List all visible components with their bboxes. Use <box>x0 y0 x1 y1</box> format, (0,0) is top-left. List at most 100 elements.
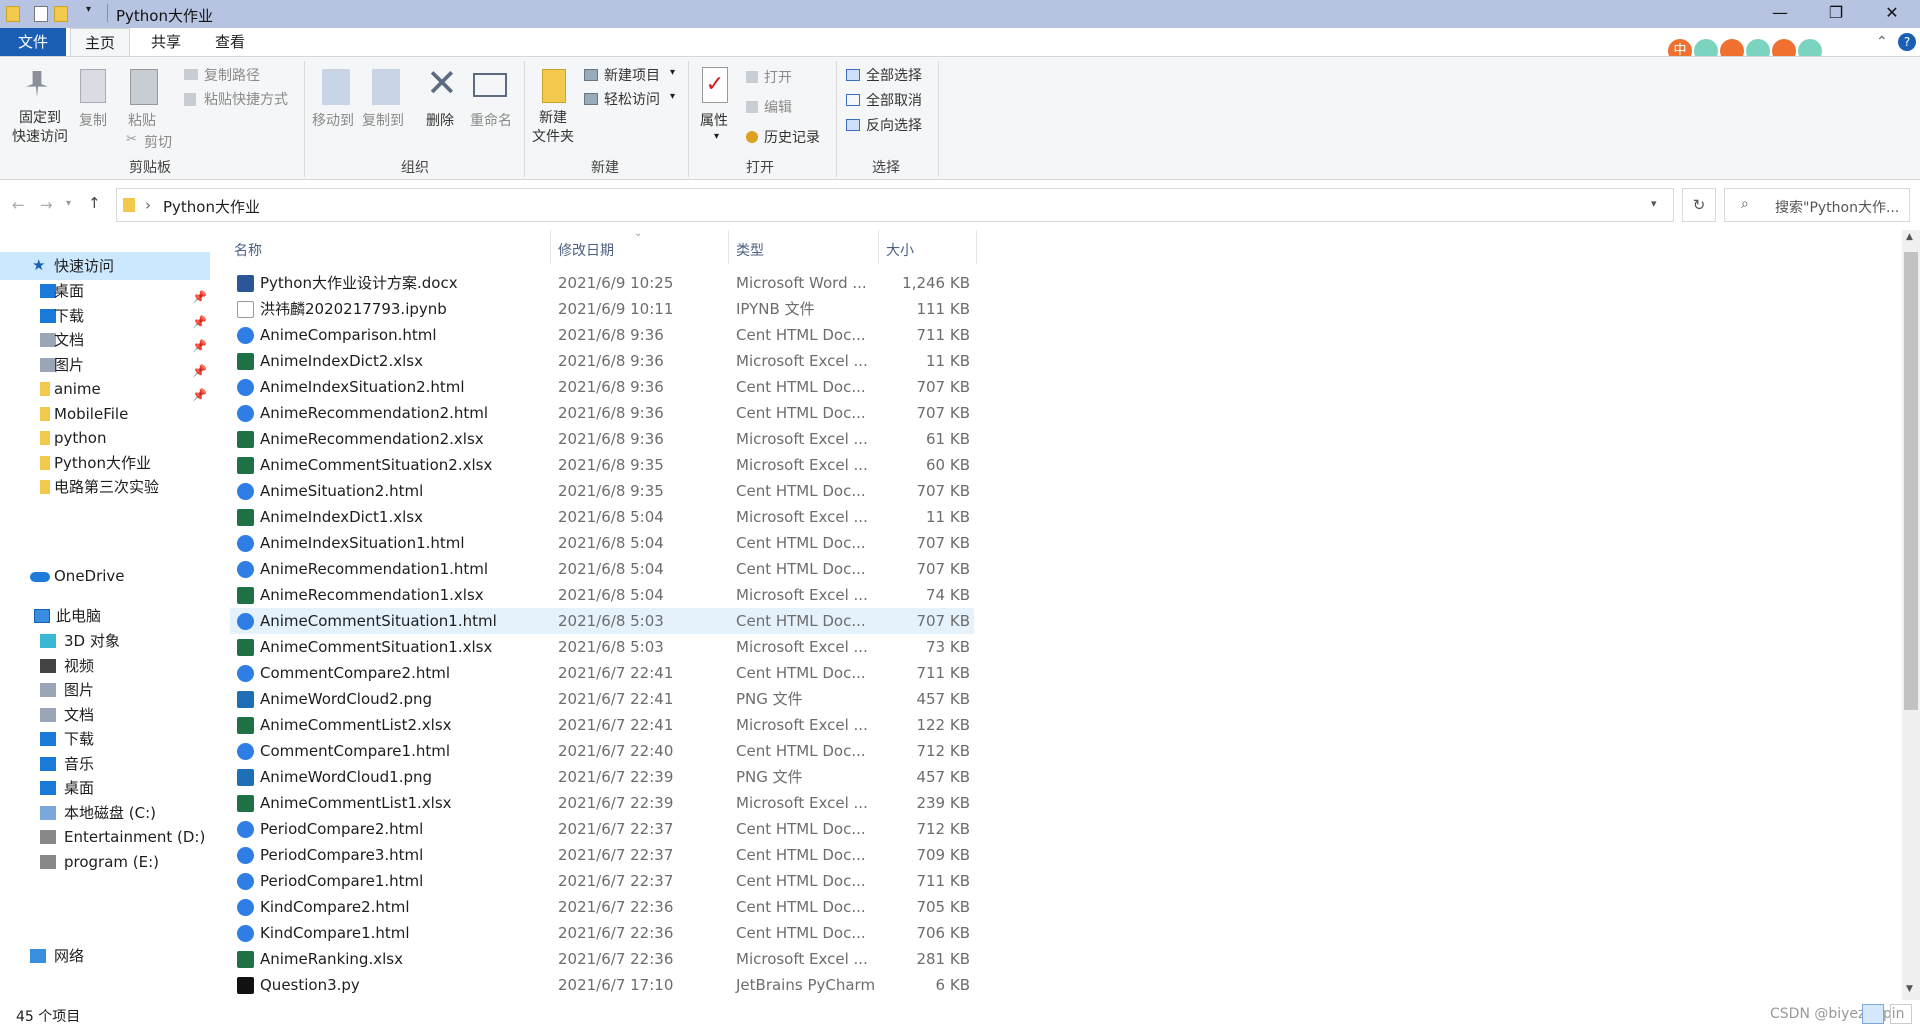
column-header-name[interactable]: 名称 <box>234 240 262 260</box>
copy-path-button[interactable]: 复制路径 <box>204 65 260 85</box>
file-row[interactable]: AnimeRecommendation2.html 2021/6/8 9:36 Ce… <box>230 400 974 426</box>
file-row[interactable]: AnimeCommentSituation1.html 2021/6/8 5:03… <box>230 608 974 634</box>
delete-button[interactable]: 删除 <box>426 110 454 130</box>
tab-share[interactable]: 共享 <box>138 28 194 56</box>
scroll-up-icon[interactable]: ▲ <box>1906 232 1913 242</box>
invert-select-button[interactable]: 反向选择 <box>866 115 922 135</box>
pin-icon <box>26 71 48 97</box>
nav-label: program (E:) <box>64 852 160 871</box>
maximize-button[interactable]: ❐ <box>1808 0 1864 28</box>
column-header-date[interactable]: 修改日期 <box>558 240 614 260</box>
file-row[interactable]: Question3.py 2021/6/7 17:10 JetBrains PyCh… <box>230 972 974 998</box>
file-row[interactable]: AnimeIndexSituation1.html 2021/6/8 5:04 Ce… <box>230 530 974 556</box>
folder-icon <box>40 455 50 470</box>
column-divider[interactable] <box>728 230 729 264</box>
easy-access-button[interactable]: 轻松访问 <box>604 89 660 109</box>
file-type: Cent HTML Doc... <box>736 378 866 396</box>
file-row[interactable]: AnimeRecommendation1.html 2021/6/8 5:04 Ce… <box>230 556 974 582</box>
file-size: 74 KB <box>926 586 970 604</box>
properties-button[interactable]: 属性 <box>700 110 728 130</box>
refresh-icon[interactable]: ↻ <box>1682 188 1716 222</box>
file-row[interactable]: AnimeCommentList1.xlsx 2021/6/7 22:39 Micr… <box>230 790 974 816</box>
easy-access-dropdown-icon[interactable]: ▾ <box>670 91 675 102</box>
properties-quick-icon[interactable] <box>34 6 48 22</box>
cut-button[interactable]: 剪切 <box>144 132 172 152</box>
minimize-button[interactable]: — <box>1752 0 1808 28</box>
file-row[interactable]: AnimeWordCloud2.png 2021/6/7 22:41 PNG 文件 4… <box>230 686 974 712</box>
scrollbar-thumb[interactable] <box>1904 252 1918 710</box>
recent-locations-icon[interactable]: ▾ <box>66 198 71 209</box>
move-to-button[interactable]: 移动到 <box>312 110 354 130</box>
copy-to-button[interactable]: 复制到 <box>362 110 404 130</box>
forward-icon[interactable]: → <box>40 196 53 214</box>
file-row[interactable]: AnimeCommentList2.xlsx 2021/6/7 22:41 Micr… <box>230 712 974 738</box>
new-item-dropdown-icon[interactable]: ▾ <box>670 67 675 78</box>
rename-button[interactable]: 重命名 <box>470 110 512 130</box>
file-row[interactable]: PeriodCompare3.html 2021/6/7 22:37 Cent HT… <box>230 842 974 868</box>
nav-quick-item[interactable]: 电路第三次实验 <box>40 472 210 502</box>
large-icons-view-icon[interactable] <box>1890 1004 1912 1024</box>
up-icon[interactable]: ↑ <box>88 194 101 212</box>
column-header-size[interactable]: 大小 <box>886 240 914 260</box>
file-size: 281 KB <box>916 950 970 968</box>
file-row[interactable]: AnimeComparison.html 2021/6/8 9:36 Cent HT… <box>230 322 974 348</box>
address-bar[interactable]: › Python大作业 ▾ <box>116 188 1674 222</box>
column-divider[interactable] <box>550 230 551 264</box>
customize-quick-access-icon[interactable]: ▾ <box>86 4 91 15</box>
file-row[interactable]: AnimeIndexDict1.xlsx 2021/6/8 5:04 Microso… <box>230 504 974 530</box>
paste-shortcut-button[interactable]: 粘贴快捷方式 <box>204 89 288 109</box>
file-row[interactable]: AnimeSituation2.html 2021/6/8 9:35 Cent HT… <box>230 478 974 504</box>
column-header-type[interactable]: 类型 <box>736 240 764 260</box>
file-row[interactable]: AnimeRanking.xlsx 2021/6/7 22:36 Microsoft… <box>230 946 974 972</box>
nav-pc-item[interactable]: program (E:) <box>40 847 210 877</box>
html-file-icon <box>237 535 254 552</box>
collapse-ribbon-icon[interactable]: ⌃ <box>1876 34 1888 50</box>
file-name: KindCompare1.html <box>260 924 410 942</box>
select-none-button[interactable]: 全部取消 <box>866 90 922 110</box>
copy-button[interactable]: 复制 <box>79 110 107 130</box>
file-name: AnimeComparison.html <box>260 326 437 344</box>
file-row[interactable]: AnimeRecommendation1.xlsx 2021/6/8 5:04 Mi… <box>230 582 974 608</box>
file-row[interactable]: AnimeRecommendation2.xlsx 2021/6/8 9:36 Mi… <box>230 426 974 452</box>
file-row[interactable]: AnimeWordCloud1.png 2021/6/7 22:39 PNG 文件 4… <box>230 764 974 790</box>
back-icon[interactable]: ← <box>12 196 25 214</box>
address-dropdown-icon[interactable]: ▾ <box>1651 197 1657 210</box>
breadcrumb-current[interactable]: Python大作业 <box>163 196 260 217</box>
search-input[interactable]: ⌕ 搜索"Python大作... <box>1724 188 1910 222</box>
file-row[interactable]: CommentCompare1.html 2021/6/7 22:40 Cent H… <box>230 738 974 764</box>
column-divider[interactable] <box>878 230 879 264</box>
file-row[interactable]: AnimeCommentSituation2.xlsx 2021/6/8 9:35… <box>230 452 974 478</box>
file-date: 2021/6/7 17:10 <box>558 976 674 994</box>
vertical-scrollbar[interactable]: ▲ ▼ <box>1902 230 1920 1000</box>
close-button[interactable]: ✕ <box>1864 0 1920 28</box>
new-folder-button[interactable]: 新建 文件夹 <box>532 109 574 147</box>
edit-button[interactable]: 编辑 <box>764 97 792 117</box>
help-icon[interactable]: ? <box>1898 33 1916 51</box>
file-row[interactable]: PeriodCompare1.html 2021/6/7 22:37 Cent HT… <box>230 868 974 894</box>
file-row[interactable]: CommentCompare2.html 2021/6/7 22:41 Cent H… <box>230 660 974 686</box>
new-folder-quick-icon[interactable] <box>54 6 68 22</box>
history-button[interactable]: 历史记录 <box>764 127 820 147</box>
tab-view[interactable]: 查看 <box>202 28 258 56</box>
paste-button[interactable]: 粘贴 <box>128 110 156 130</box>
new-item-button[interactable]: 新建项目 <box>604 65 660 85</box>
file-row[interactable]: Python大作业设计方案.docx 2021/6/9 10:25 Microsof… <box>230 270 974 296</box>
pin-quick-access-button[interactable]: 固定到 快速访问 <box>12 109 68 147</box>
details-view-icon[interactable] <box>1862 1004 1884 1024</box>
column-divider[interactable] <box>976 230 977 264</box>
file-row[interactable]: PeriodCompare2.html 2021/6/7 22:37 Cent HT… <box>230 816 974 842</box>
tab-file[interactable]: 文件 <box>0 28 66 56</box>
file-row[interactable]: AnimeIndexSituation2.html 2021/6/8 9:36 Ce… <box>230 374 974 400</box>
scroll-down-icon[interactable]: ▼ <box>1906 984 1913 994</box>
file-row[interactable]: KindCompare1.html 2021/6/7 22:36 Cent HTML… <box>230 920 974 946</box>
properties-dropdown-icon[interactable]: ▾ <box>714 131 719 142</box>
select-all-button[interactable]: 全部选择 <box>866 65 922 85</box>
file-date: 2021/6/8 9:36 <box>558 404 664 422</box>
file-row[interactable]: KindCompare2.html 2021/6/7 22:36 Cent HTML… <box>230 894 974 920</box>
file-row[interactable]: AnimeIndexDict2.xlsx 2021/6/8 9:36 Microso… <box>230 348 974 374</box>
tab-home[interactable]: 主页 <box>70 28 130 57</box>
file-name: AnimeCommentSituation1.xlsx <box>260 638 493 656</box>
file-row[interactable]: 洪祎麟2020217793.ipynb 2021/6/9 10:11 IPYNB 文… <box>230 296 974 322</box>
file-row[interactable]: AnimeCommentSituation1.xlsx 2021/6/8 5:03… <box>230 634 974 660</box>
open-button[interactable]: 打开 <box>764 67 792 87</box>
